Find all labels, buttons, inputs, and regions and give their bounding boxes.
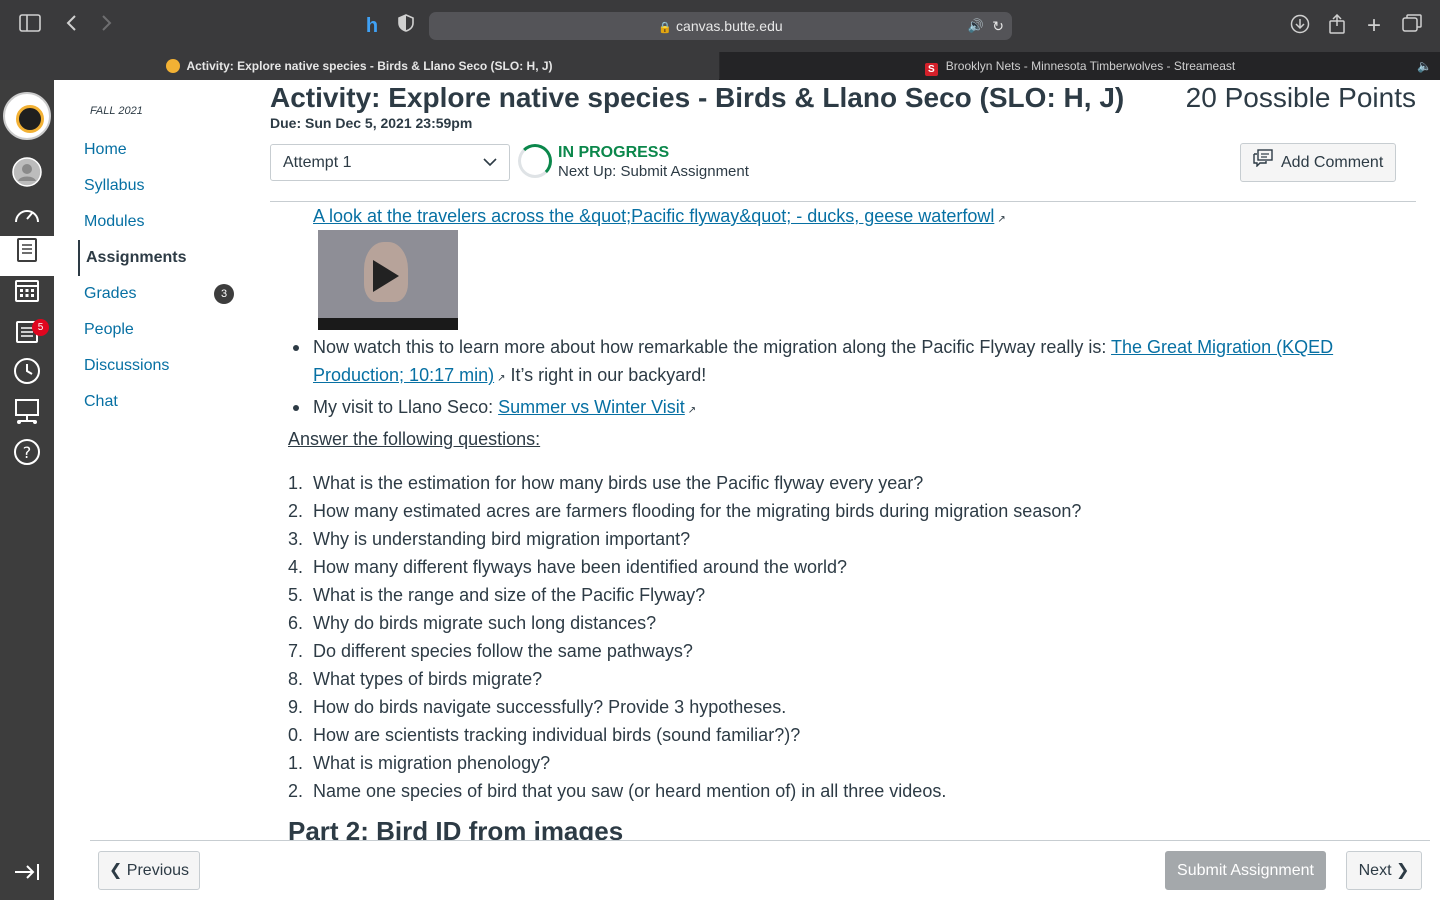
- course-nav-modules[interactable]: Modules: [84, 210, 144, 234]
- list-item: My visit to Llano Seco: Summer vs Winter…: [293, 393, 1403, 425]
- svg-text:?: ?: [23, 443, 32, 462]
- list-item: Now watch this to learn more about how r…: [293, 333, 1403, 393]
- course-nav-chat[interactable]: Chat: [84, 390, 118, 414]
- submit-label: Submit Assignment: [1177, 862, 1314, 879]
- course-navigation: FALL 2021 Home Syllabus Modules Assignme…: [54, 80, 254, 840]
- streameast-favicon-icon: S: [924, 63, 938, 76]
- question-item: 1. What is migration phenology?: [288, 753, 551, 773]
- back-icon[interactable]: [60, 14, 84, 38]
- honey-icon[interactable]: h: [360, 14, 384, 38]
- progress-ring-icon: [518, 144, 552, 178]
- tab-bar: Activity: Explore native species - Birds…: [0, 52, 1440, 80]
- question-item: 6. Why do birds migrate such long distanc…: [288, 613, 657, 633]
- questions-heading: Answer the following questions:: [288, 429, 541, 449]
- resource-list: Now watch this to learn more about how r…: [293, 333, 1403, 425]
- video-thumbnail[interactable]: [318, 230, 458, 330]
- question-item: 8. What types of birds migrate?: [288, 669, 543, 689]
- previous-label: Previous: [126, 862, 190, 879]
- commons-icon[interactable]: [0, 397, 54, 437]
- course-nav-assignments[interactable]: Assignments: [78, 240, 186, 276]
- calendar-icon[interactable]: [0, 276, 54, 316]
- chevron-right-icon: ❯: [1395, 862, 1410, 879]
- summer-winter-visit-link[interactable]: Summer vs Winter Visit: [498, 397, 685, 417]
- term-label: FALL 2021: [90, 105, 143, 117]
- lock-icon: 🔒: [658, 22, 673, 34]
- due-date: Due: Sun Dec 5, 2021 23:59pm: [270, 115, 473, 131]
- question-item: 2. Name one species of bird that you saw …: [288, 781, 947, 801]
- status-label: IN PROGRESS: [558, 144, 670, 161]
- add-comment-label: Add Comment: [1281, 154, 1384, 171]
- canvas-favicon-icon: [166, 59, 181, 73]
- dashboard-icon[interactable]: [0, 198, 54, 238]
- address-bar[interactable]: 🔒 canvas.butte.edu 🔊 ↻: [429, 12, 1012, 40]
- question-item: 4. How many different flyways have been i…: [288, 557, 847, 577]
- next-up-label: Next Up: Submit Assignment: [558, 163, 749, 180]
- assignment-footer: ❮ Previous Submit Assignment Next ❯: [90, 840, 1430, 900]
- external-link-icon: ↗: [997, 214, 1006, 225]
- shield-icon[interactable]: [394, 14, 418, 38]
- reload-icon[interactable]: ↻: [992, 12, 1004, 40]
- global-navigation: 5 ?: [0, 80, 54, 900]
- course-nav-discussions[interactable]: Discussions: [84, 354, 169, 378]
- question-item: 5. What is the range and size of the Paci…: [288, 585, 706, 605]
- plus-icon[interactable]: +: [1362, 14, 1386, 38]
- course-nav-syllabus[interactable]: Syllabus: [84, 174, 144, 198]
- possible-points: 20 Possible Points: [1185, 82, 1416, 113]
- chevron-down-icon: [483, 145, 497, 180]
- assignment-title: Activity: Explore native species - Birds…: [270, 82, 1125, 113]
- tab-label: Activity: Explore native species - Birds…: [186, 59, 553, 73]
- history-icon[interactable]: [0, 357, 54, 397]
- share-icon[interactable]: [1325, 13, 1349, 38]
- attempt-value: Attempt 1: [283, 154, 352, 171]
- question-list: 1. What is the estimation for how many bi…: [288, 469, 1081, 805]
- attempt-select[interactable]: Attempt 1: [270, 144, 510, 181]
- pacific-flyway-link[interactable]: A look at the travelers across the &quot…: [313, 206, 994, 226]
- browser-toolbar: h 🔒 canvas.butte.edu 🔊 ↻ +: [0, 0, 1440, 52]
- url-text: canvas.butte.edu: [676, 18, 783, 34]
- question-item: 9. How do birds navigate successfully? Pr…: [288, 697, 787, 717]
- previous-button[interactable]: ❮ Previous: [98, 851, 200, 890]
- external-link-icon: ↗: [687, 405, 697, 416]
- account-icon[interactable]: [0, 157, 54, 197]
- sidebar-icon[interactable]: [18, 14, 42, 38]
- inbox-icon[interactable]: 5: [0, 317, 54, 357]
- course-nav-people[interactable]: People: [84, 318, 134, 342]
- forward-icon[interactable]: [94, 14, 118, 38]
- external-link-icon: ↗: [497, 373, 506, 384]
- tab-active[interactable]: Activity: Explore native species - Birds…: [0, 52, 719, 80]
- question-item: 2. How many estimated acres are farmers f…: [288, 501, 1082, 521]
- add-comment-button[interactable]: Add Comment: [1240, 143, 1396, 182]
- next-button[interactable]: Next ❯: [1346, 851, 1422, 890]
- help-icon[interactable]: ?: [0, 438, 54, 478]
- grades-badge: 3: [214, 284, 234, 304]
- speaker-icon[interactable]: 🔊: [968, 12, 984, 40]
- collapse-nav-icon[interactable]: [0, 855, 54, 895]
- course-nav-grades[interactable]: Grades: [84, 282, 136, 306]
- course-nav-home[interactable]: Home: [84, 138, 127, 162]
- tabs-icon[interactable]: [1400, 14, 1424, 38]
- question-item: 7. Do different species follow the same p…: [288, 641, 693, 661]
- question-item: 3. Why is understanding bird migration im…: [288, 529, 691, 549]
- courses-icon[interactable]: [0, 236, 54, 276]
- part2-heading: Part 2: Bird ID from images: [288, 816, 624, 840]
- submit-assignment-button[interactable]: Submit Assignment: [1165, 851, 1326, 890]
- assignment-main: Activity: Explore native species - Birds…: [270, 80, 1420, 840]
- question-item: 1. What is the estimation for how many bi…: [288, 473, 924, 493]
- tab-streameast[interactable]: S Brooklyn Nets - Minnesota Timberwolves …: [720, 52, 1440, 80]
- chevron-left-icon: ❮: [108, 862, 123, 879]
- tab-speaker-icon[interactable]: 🔈: [1417, 52, 1432, 80]
- inbox-badge: 5: [32, 319, 49, 336]
- next-label: Next: [1358, 862, 1392, 879]
- college-logo[interactable]: [3, 92, 51, 140]
- comment-icon: [1253, 144, 1273, 181]
- question-item: 0. How are scientists tracking individual…: [288, 725, 801, 745]
- play-icon[interactable]: [373, 260, 399, 292]
- download-icon[interactable]: [1288, 14, 1312, 38]
- tab-label: Brooklyn Nets - Minnesota Timberwolves -…: [945, 59, 1236, 73]
